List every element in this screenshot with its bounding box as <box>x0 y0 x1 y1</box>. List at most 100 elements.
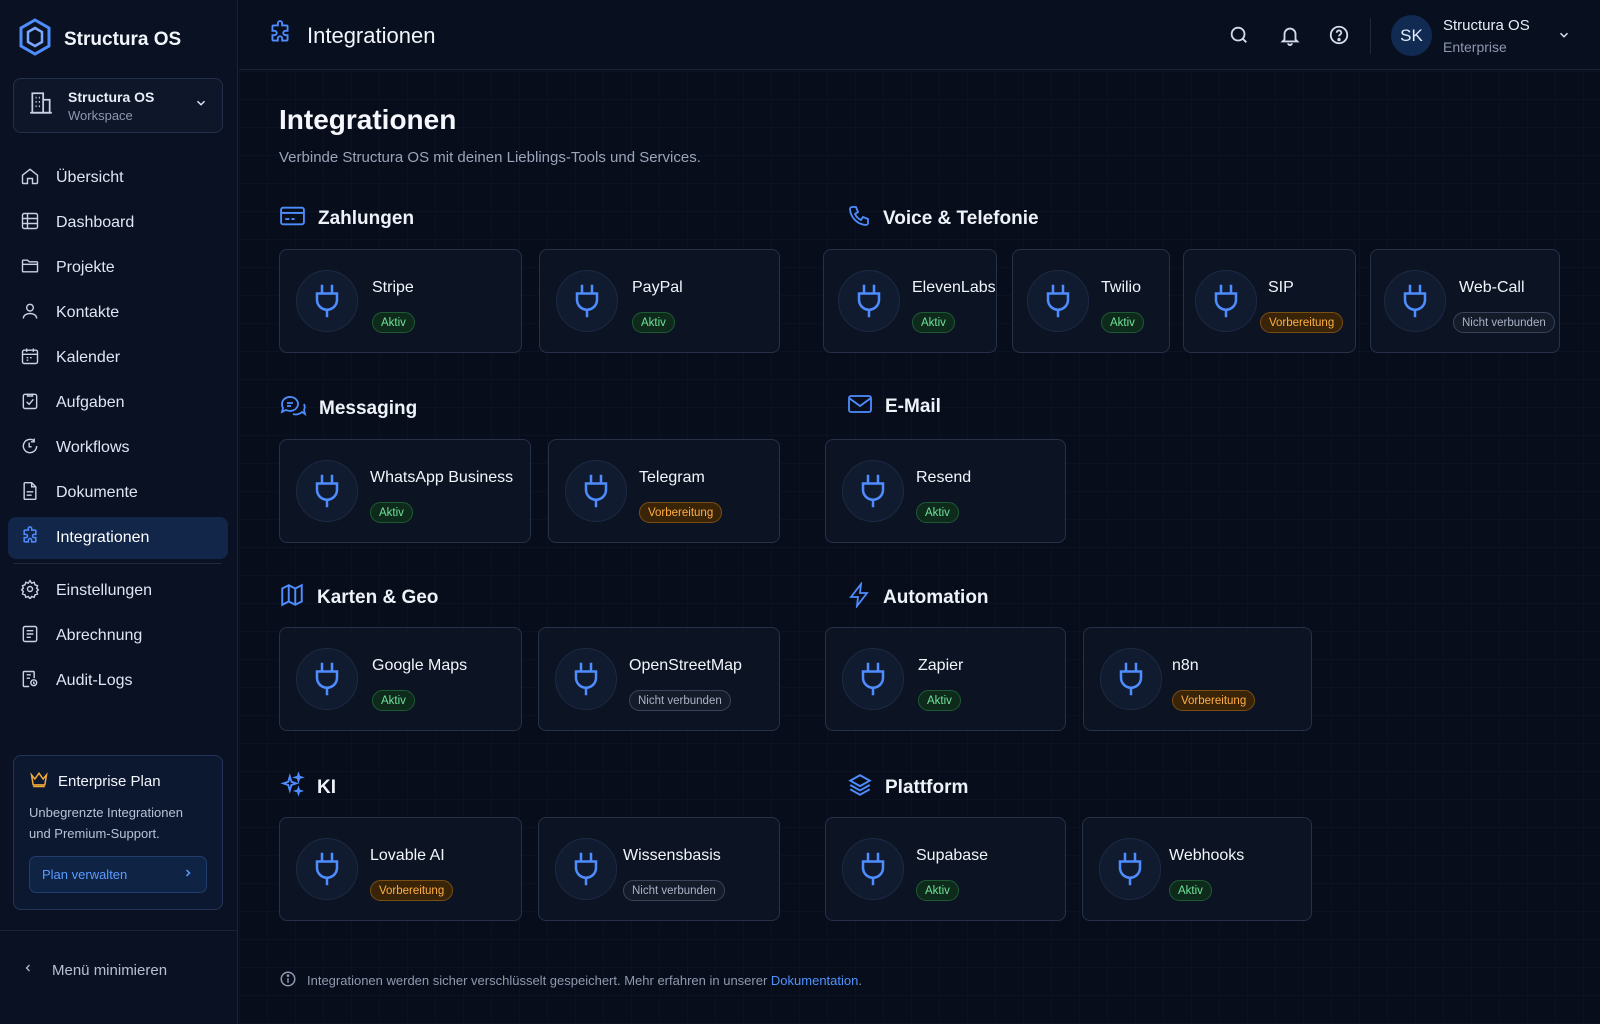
integration-card-paypal[interactable]: PayPal Aktiv <box>539 249 780 353</box>
plug-icon <box>296 838 358 900</box>
status-badge: Vorbereitung <box>370 880 454 901</box>
hexagon-logo-icon <box>18 18 52 61</box>
section-title: Messaging <box>319 398 418 419</box>
chevron-right-icon <box>182 867 194 882</box>
status-badge: Aktiv <box>916 880 959 901</box>
integration-card-n8n[interactable]: n8n Vorbereitung <box>1083 627 1312 731</box>
nav-item-projekte[interactable]: Projekte <box>8 247 228 289</box>
integration-card-wissensbasis[interactable]: Wissensbasis Nicht verbunden <box>538 817 780 921</box>
footer-end: . <box>858 973 862 988</box>
nav-label: Dashboard <box>56 214 135 231</box>
plug-icon <box>1195 270 1257 332</box>
topbar-title: Integrationen <box>307 23 436 48</box>
integration-name: Resend <box>916 469 972 486</box>
layers-icon <box>847 772 873 804</box>
plug-icon <box>1384 270 1446 332</box>
plug-icon <box>555 648 617 710</box>
minimize-label: Menü minimieren <box>52 961 168 979</box>
nav-item-aufgaben[interactable]: Aufgaben <box>8 382 228 424</box>
help-icon[interactable] <box>1328 24 1350 51</box>
nav-item-audit-logs[interactable]: Audit-Logs <box>8 660 228 702</box>
integration-card-stripe[interactable]: Stripe Aktiv <box>279 249 522 353</box>
status-badge: Vorbereitung <box>1172 690 1256 711</box>
nav-label: Projekte <box>56 259 115 276</box>
avatar[interactable]: SK <box>1391 15 1432 56</box>
workspace-switcher[interactable]: Structura OS Workspace <box>13 78 223 133</box>
nav-item-workflows[interactable]: Workflows <box>8 427 228 469</box>
integration-card-zapier[interactable]: Zapier Aktiv <box>825 627 1066 731</box>
integration-name: Wissensbasis <box>623 847 721 864</box>
sidebar: Structura OS Structura OS Workspace Über… <box>0 0 238 1024</box>
integration-name: OpenStreetMap <box>629 657 742 674</box>
integration-card-lovable-ai[interactable]: Lovable AI Vorbereitung <box>279 817 522 921</box>
document-icon <box>20 481 56 506</box>
status-badge: Aktiv <box>1101 312 1144 333</box>
integration-card-telegram[interactable]: Telegram Vorbereitung <box>548 439 780 543</box>
footer-text: Integrationen werden sicher verschlüssel… <box>307 973 768 988</box>
section-plattform: Plattform <box>847 772 968 804</box>
sparkles-icon <box>279 771 305 804</box>
enterprise-plan-card: Enterprise Plan Unbegrenzte Integratione… <box>13 755 223 910</box>
nav-label: Workflows <box>56 439 130 456</box>
nav-label: Dokumente <box>56 484 138 501</box>
chevron-down-icon <box>194 96 208 115</box>
integration-card-twilio[interactable]: Twilio Aktiv <box>1012 249 1170 353</box>
documentation-link[interactable]: Dokumentation <box>771 973 858 988</box>
status-badge: Aktiv <box>372 312 415 333</box>
integration-card-google-maps[interactable]: Google Maps Aktiv <box>279 627 522 731</box>
plug-icon <box>1027 270 1089 332</box>
nav-item-abrechnung[interactable]: Abrechnung <box>8 615 228 657</box>
section-email: E-Mail <box>847 393 941 421</box>
integration-card-web-call[interactable]: Web-Call Nicht verbunden <box>1370 249 1560 353</box>
search-icon[interactable] <box>1228 24 1250 51</box>
integration-name: Zapier <box>918 657 964 674</box>
integration-name: Twilio <box>1101 279 1142 296</box>
status-badge: Nicht verbunden <box>1453 312 1555 333</box>
section-voice: Voice & Telefonie <box>847 204 1039 234</box>
topbar: Integrationen SK Structura OS Enterprise <box>239 0 1600 70</box>
section-title: Automation <box>883 587 989 608</box>
gear-icon <box>20 578 56 604</box>
section-title: Karten & Geo <box>317 587 439 608</box>
section-messaging: Messaging <box>279 393 417 425</box>
chevron-down-icon[interactable] <box>1557 28 1571 47</box>
task-check-icon <box>20 391 56 416</box>
minimize-menu-button[interactable]: Menü minimieren <box>22 960 167 980</box>
plug-icon <box>1100 648 1162 710</box>
folder-icon <box>20 256 56 281</box>
workflow-icon <box>20 436 56 461</box>
chevron-left-icon <box>22 960 34 980</box>
integration-card-supabase[interactable]: Supabase Aktiv <box>825 817 1066 921</box>
status-badge: Nicht verbunden <box>629 690 731 711</box>
topbar-divider <box>1370 18 1371 54</box>
billing-icon <box>20 624 56 649</box>
plug-icon <box>296 270 358 332</box>
plug-icon <box>842 648 904 710</box>
building-icon <box>28 90 54 121</box>
integration-card-openstreetmap[interactable]: OpenStreetMap Nicht verbunden <box>538 627 780 731</box>
status-badge: Nicht verbunden <box>623 880 725 901</box>
integration-card-elevenlabs[interactable]: ElevenLabs Aktiv <box>823 249 997 353</box>
integration-name: n8n <box>1172 657 1199 674</box>
nav-item-dokumente[interactable]: Dokumente <box>8 472 228 514</box>
integration-card-sip[interactable]: SIP Vorbereitung <box>1183 249 1356 353</box>
nav-item-integrationen[interactable]: Integrationen <box>8 517 228 559</box>
status-badge: Aktiv <box>918 690 961 711</box>
nav-item-dashboard[interactable]: Dashboard <box>8 202 228 244</box>
integration-card-resend[interactable]: Resend Aktiv <box>825 439 1066 543</box>
plug-icon <box>296 648 358 710</box>
user-name[interactable]: Structura OS <box>1443 17 1530 34</box>
nav-item-uebersicht[interactable]: Übersicht <box>8 157 228 199</box>
section-title: Zahlungen <box>318 208 415 229</box>
integration-card-whatsapp[interactable]: WhatsApp Business Aktiv <box>279 439 531 543</box>
integration-name: ElevenLabs <box>912 279 996 296</box>
manage-plan-button[interactable]: Plan verwalten <box>29 856 207 893</box>
integration-card-webhooks[interactable]: Webhooks Aktiv <box>1082 817 1312 921</box>
brand[interactable]: Structura OS <box>18 18 181 61</box>
mail-icon <box>847 393 873 421</box>
nav-item-kalender[interactable]: Kalender <box>8 337 228 379</box>
integration-name: Telegram <box>639 469 705 486</box>
bell-icon[interactable] <box>1279 24 1301 51</box>
nav-item-einstellungen[interactable]: Einstellungen <box>8 570 228 612</box>
nav-item-kontakte[interactable]: Kontakte <box>8 292 228 334</box>
